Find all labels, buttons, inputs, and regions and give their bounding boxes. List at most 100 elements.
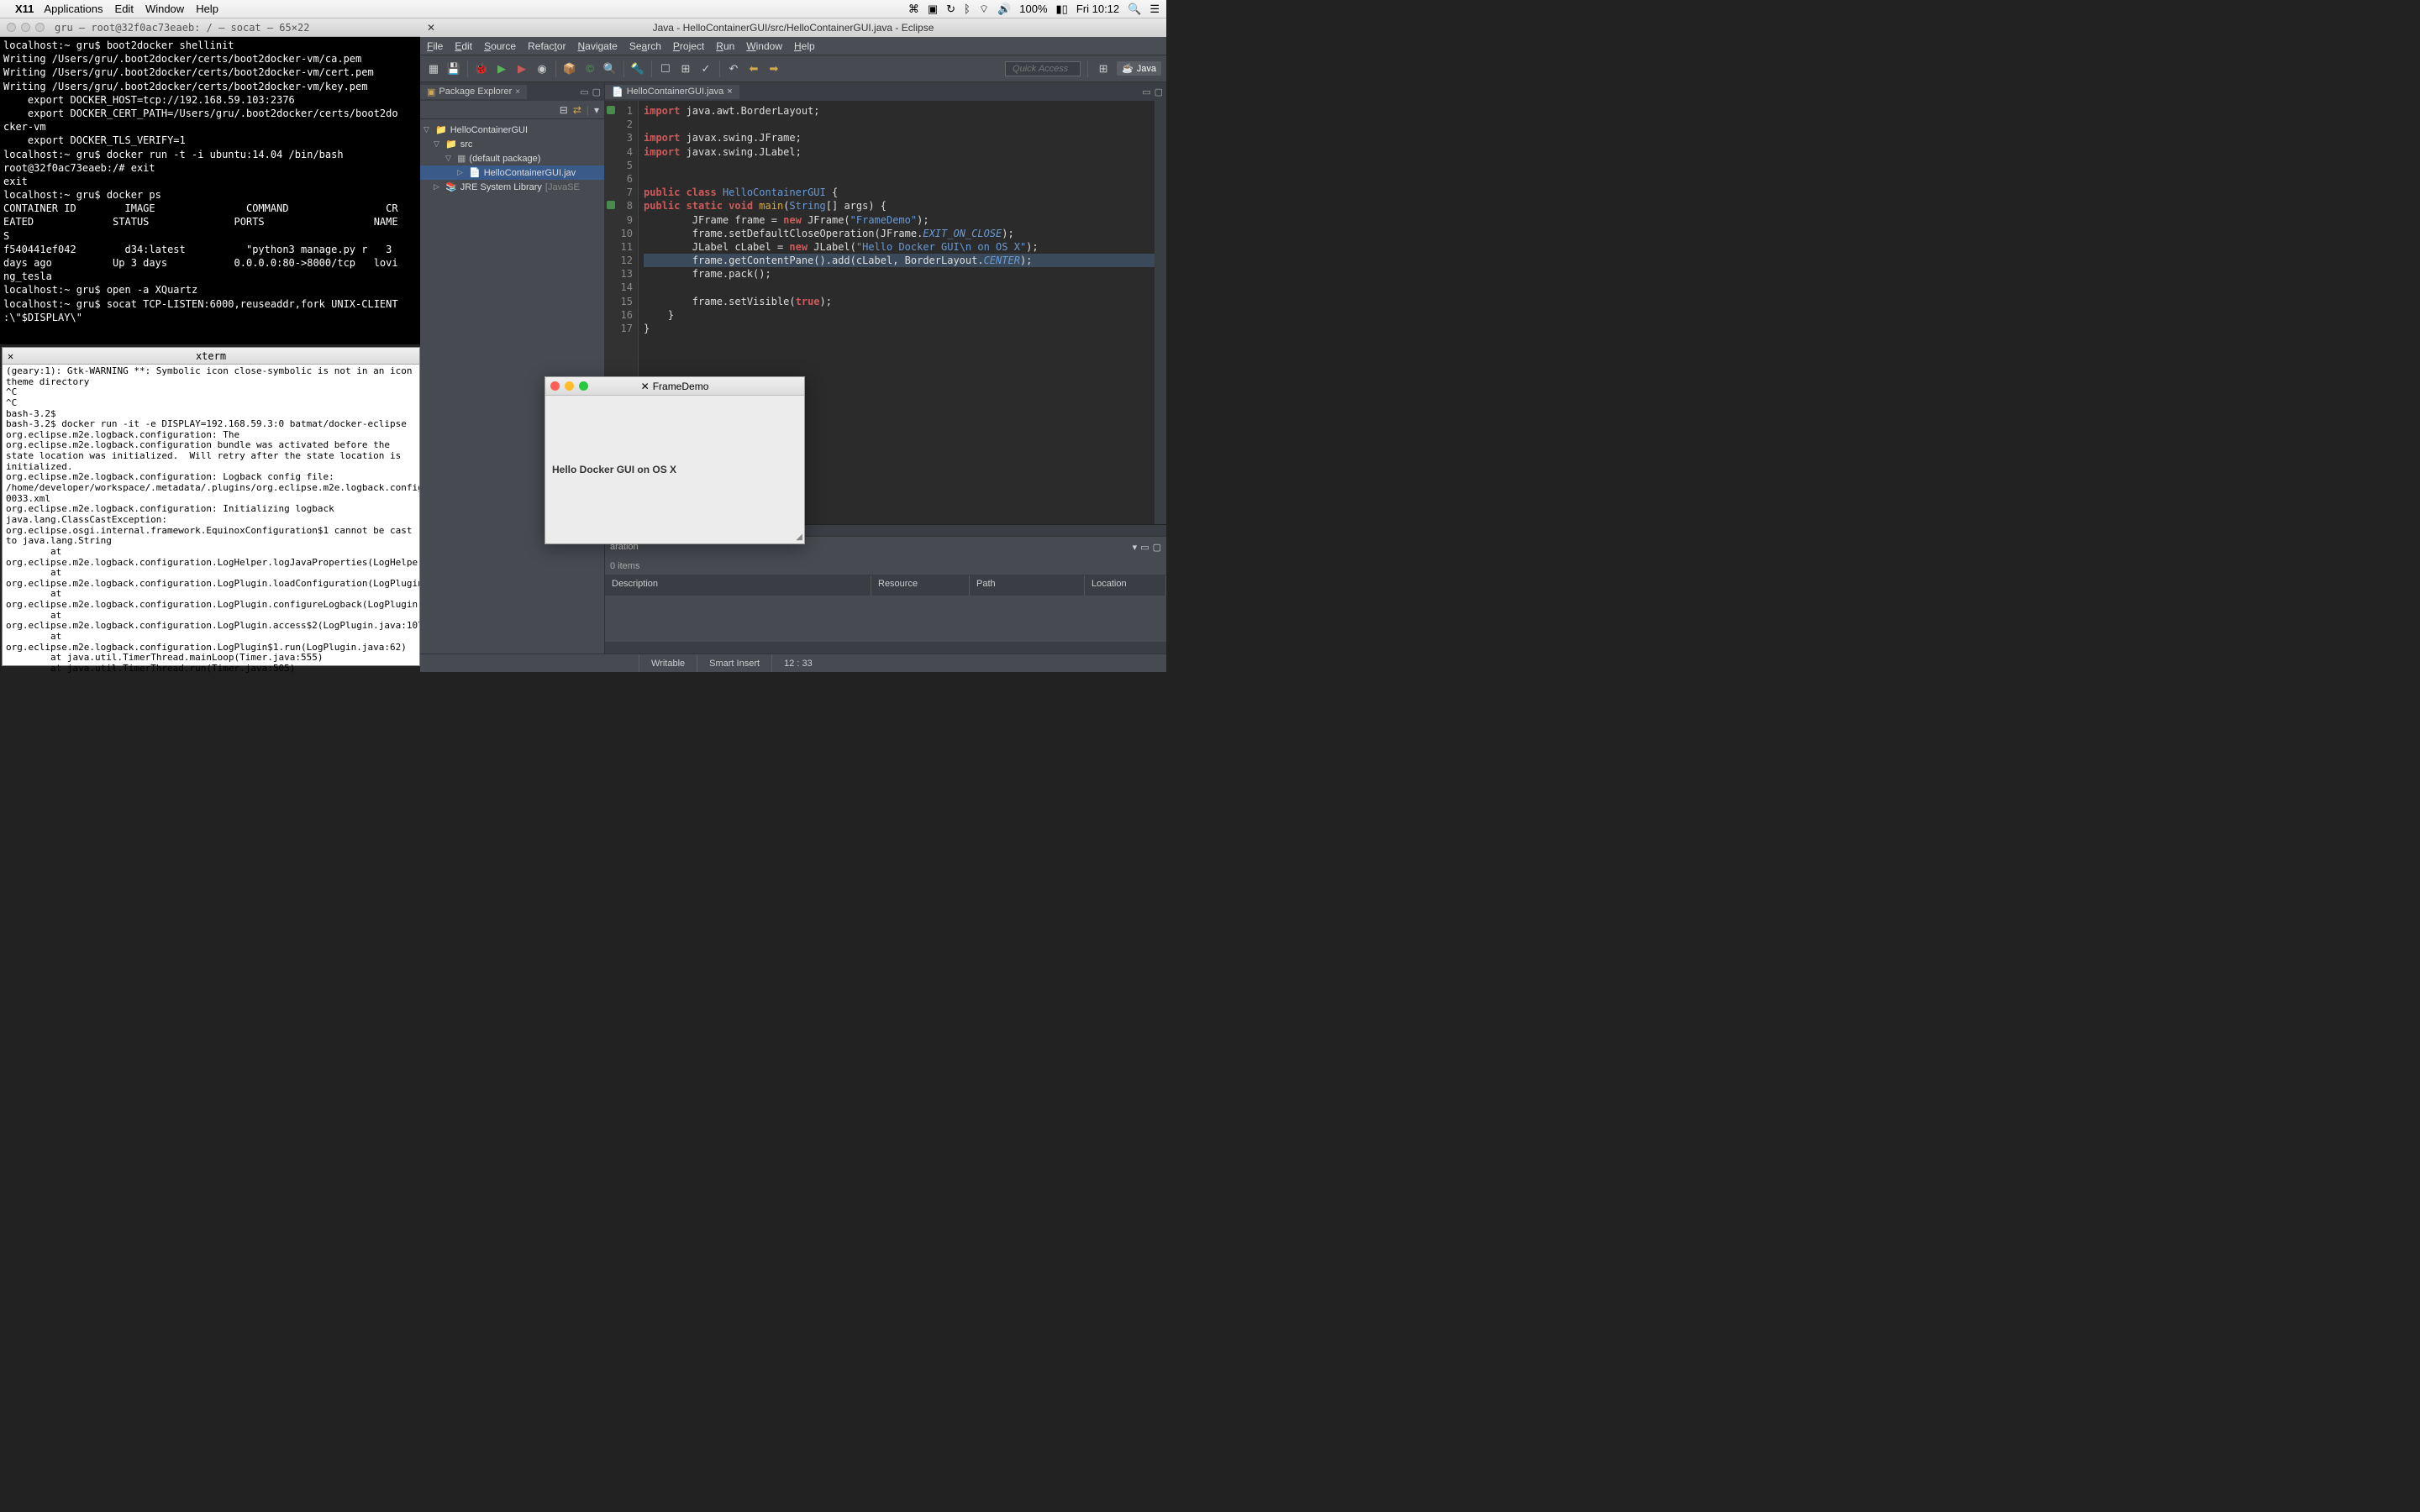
toggle-icon[interactable]: ☐ [657, 60, 674, 77]
col-location[interactable]: Location [1085, 575, 1166, 596]
run-icon[interactable]: ▶ [493, 60, 510, 77]
jre-node[interactable]: ▷📚JRE System Library [JavaSE [420, 180, 604, 194]
dropbox-icon[interactable]: ⌘ [908, 3, 919, 16]
quick-access-input[interactable] [1005, 61, 1081, 76]
minimize-icon[interactable] [21, 23, 30, 32]
coverage-icon[interactable]: ◉ [534, 60, 550, 77]
vertical-scrollbar[interactable] [1155, 101, 1166, 536]
new-class-icon[interactable]: © [581, 60, 598, 77]
default-package-node[interactable]: ▽▦(default package) [420, 151, 604, 165]
editor-tab[interactable]: 📄 HelloContainerGUI.java × [605, 85, 739, 99]
library-icon: 📚 [445, 181, 457, 192]
debug-icon[interactable]: 🐞 [473, 60, 490, 77]
link-editor-icon[interactable]: ⇄ [573, 104, 581, 116]
menu-help[interactable]: Help [794, 40, 815, 52]
xterm-window[interactable]: ✕ xterm (geary:1): Gtk-WARNING **: Symbo… [2, 347, 420, 666]
clock[interactable]: Fri 10:12 [1076, 3, 1119, 15]
bluetooth-icon[interactable]: ᛒ [964, 3, 971, 15]
wifi-icon[interactable]: ⌔ [979, 3, 989, 16]
new-icon[interactable]: ▦ [425, 60, 442, 77]
problems-header: Description Resource Path Location [605, 575, 1166, 596]
xterm-title: xterm [196, 350, 226, 362]
new-package-icon[interactable]: 📦 [561, 60, 578, 77]
minimize-icon[interactable]: ▭ [1142, 87, 1150, 97]
package-explorer-tab[interactable]: ▣ Package Explorer × [420, 85, 527, 99]
annotation-icon[interactable]: ⊞ [677, 60, 694, 77]
notification-icon[interactable]: ☰ [1150, 3, 1160, 16]
maximize-icon[interactable]: ▢ [1155, 87, 1163, 97]
eclipse-titlebar[interactable]: ✕ Java - HelloContainerGUI/src/HelloCont… [420, 18, 1166, 37]
resize-handle-icon[interactable]: ◢ [796, 533, 802, 542]
menu-navigate[interactable]: Navigate [577, 40, 617, 52]
xterm-titlebar[interactable]: ✕ xterm [3, 348, 419, 365]
run-ext-icon[interactable]: ▶ [513, 60, 530, 77]
terminal-window[interactable]: gru — root@32f0ac73eaeb: / — socat — 65×… [0, 18, 420, 344]
close-tab-icon[interactable]: × [515, 87, 520, 97]
close-tab-icon[interactable]: × [727, 87, 732, 97]
open-perspective-icon[interactable]: ⊞ [1095, 60, 1112, 77]
eclipse-window[interactable]: ✕ Java - HelloContainerGUI/src/HelloCont… [420, 18, 1166, 672]
framedemo-titlebar[interactable]: ✕FrameDemo [545, 377, 804, 396]
eclipse-menubar: File Edit Source Refactor Navigate Searc… [420, 37, 1166, 55]
menu-source[interactable]: Source [484, 40, 516, 52]
maximize-icon[interactable]: ▢ [1153, 542, 1161, 553]
x11-icon: ✕ [641, 381, 650, 392]
zoom-icon[interactable] [35, 23, 45, 32]
col-description[interactable]: Description [605, 575, 871, 596]
items-count: 0 items [605, 557, 1166, 575]
framedemo-window[interactable]: ✕FrameDemo Hello Docker GUI on OS X ◢ [544, 376, 805, 544]
col-path[interactable]: Path [970, 575, 1085, 596]
terminal-titlebar[interactable]: gru — root@32f0ac73eaeb: / — socat — 65×… [0, 18, 420, 37]
back-icon[interactable]: ⬅ [745, 60, 762, 77]
x11-icon: ✕ [427, 22, 435, 34]
menu-window[interactable]: Window [145, 3, 184, 15]
terminal-body[interactable]: localhost:~ gru$ boot2docker shellinit W… [0, 37, 420, 326]
col-resource[interactable]: Resource [871, 575, 970, 596]
horizontal-scrollbar[interactable] [605, 642, 1166, 654]
eclipse-title: Java - HelloContainerGUI/src/HelloContai… [653, 22, 934, 34]
problems-body[interactable] [605, 596, 1166, 642]
menu-window[interactable]: Window [746, 40, 782, 52]
src-node[interactable]: ▽📁src [420, 137, 604, 151]
menu-help[interactable]: Help [196, 3, 218, 15]
java-file-node[interactable]: ▷📄HelloContainerGUI.jav [420, 165, 604, 180]
status-insert: Smart Insert [697, 654, 771, 672]
project-node[interactable]: ▽📁HelloContainerGUI [420, 123, 604, 137]
timemachine-icon[interactable]: ↻ [946, 3, 955, 16]
xterm-body[interactable]: (geary:1): Gtk-WARNING **: Symbolic icon… [3, 365, 419, 676]
menu-project[interactable]: Project [673, 40, 704, 52]
minimize-icon[interactable] [565, 381, 574, 391]
eclipse-toolbar: ▦ 💾 🐞 ▶ ▶ ◉ 📦 © 🔍 🔦 ☐ ⊞ ✓ ↶ ⬅ ➡ ⊞ ☕ Java [420, 55, 1166, 82]
menu-applications[interactable]: Applications [44, 3, 103, 15]
minimize-icon[interactable]: ▭ [1140, 542, 1149, 553]
spotlight-icon[interactable]: 🔍 [1128, 3, 1141, 16]
task-icon[interactable]: ✓ [697, 60, 714, 77]
forward-icon[interactable]: ➡ [765, 60, 782, 77]
volume-icon[interactable]: 🔊 [997, 3, 1011, 16]
menu-run[interactable]: Run [716, 40, 734, 52]
collapse-all-icon[interactable]: ⊟ [560, 104, 568, 116]
view-menu-icon[interactable]: ▾ [1133, 542, 1138, 553]
open-type-icon[interactable]: 🔍 [602, 60, 618, 77]
minimize-icon[interactable]: ▭ [580, 87, 588, 97]
menu-file[interactable]: File [427, 40, 443, 52]
close-icon[interactable] [550, 381, 560, 391]
menu-edit[interactable]: Edit [455, 40, 472, 52]
adobe-icon[interactable]: ▣ [928, 3, 938, 16]
java-perspective[interactable]: ☕ Java [1117, 61, 1161, 76]
close-icon[interactable] [7, 23, 16, 32]
prev-edit-icon[interactable]: ↶ [725, 60, 742, 77]
menu-refactor[interactable]: Refactor [528, 40, 566, 52]
save-icon[interactable]: 💾 [445, 60, 462, 77]
menu-edit[interactable]: Edit [115, 3, 134, 15]
battery-icon[interactable]: ▮▯ [1056, 3, 1068, 16]
view-menu-icon[interactable]: ▾ [594, 104, 599, 116]
x11-icon: ✕ [8, 350, 13, 362]
active-app[interactable]: X11 [15, 3, 34, 15]
package-explorer-panel: ▣ Package Explorer × ▭ ▢ ⊟ ⇄ | ▾ ▽📁Hello… [420, 82, 605, 654]
zoom-icon[interactable] [579, 381, 588, 391]
search-icon[interactable]: 🔦 [629, 60, 646, 77]
menu-search[interactable]: Search [629, 40, 661, 52]
package-icon: ▣ [427, 87, 435, 97]
maximize-icon[interactable]: ▢ [592, 87, 601, 97]
